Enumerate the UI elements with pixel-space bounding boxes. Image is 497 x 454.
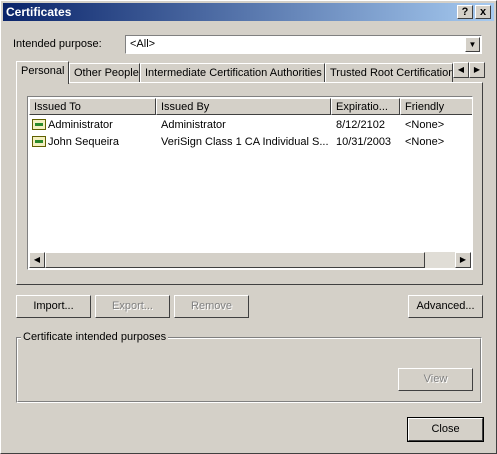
window-title: Certificates (6, 5, 72, 19)
tab-other-people-label: Other People (74, 67, 139, 79)
certificate-list[interactable]: Issued To Issued By Expiratio... Friendl… (27, 96, 473, 270)
cell-expiration: 10/31/2003 (336, 136, 392, 148)
export-button[interactable]: Export... (95, 295, 170, 318)
table-row[interactable]: John Sequeira VeriSign Class 1 CA Indivi… (29, 134, 469, 150)
advanced-button[interactable]: Advanced... (408, 295, 483, 318)
cell-issued-to: Administrator (48, 119, 113, 131)
column-issued-by[interactable]: Issued By (156, 98, 331, 115)
tab-scroll-right-icon[interactable]: ▶ (469, 62, 485, 78)
tab-personal-label: Personal (21, 65, 65, 77)
certificates-dialog: Certificates ? x Intended purpose: <All>… (0, 0, 497, 454)
scrollbar-thumb[interactable] (45, 252, 425, 268)
tab-intermediate-ca[interactable]: Intermediate Certification Authorities (140, 63, 325, 82)
column-friendly-name[interactable]: Friendly Name (400, 98, 472, 115)
certificate-icon (32, 136, 46, 147)
view-button-label: View (423, 373, 448, 385)
tab-other-people[interactable]: Other People (69, 63, 140, 82)
tab-scroll-left-icon[interactable]: ◀ (453, 62, 469, 78)
close-button-label: Close (431, 423, 460, 435)
advanced-button-label: Advanced... (416, 300, 475, 312)
intended-purpose-label: Intended purpose: (13, 38, 102, 50)
cell-issued-by: Administrator (161, 119, 226, 131)
intended-purpose-select[interactable]: <All> ▼ (125, 35, 482, 54)
intended-purpose-value: <All> (130, 38, 156, 50)
chevron-down-icon[interactable]: ▼ (465, 37, 480, 52)
table-row[interactable]: Administrator Administrator 8/12/2102 <N… (29, 117, 469, 133)
remove-button[interactable]: Remove (174, 295, 249, 318)
group-label: Certificate intended purposes (21, 331, 169, 343)
view-button[interactable]: View (398, 368, 473, 391)
scroll-right-icon[interactable]: ▶ (455, 252, 471, 268)
column-expiration[interactable]: Expiratio... (331, 98, 400, 115)
cell-issued-by: VeriSign Class 1 CA Individual S... (161, 136, 329, 148)
close-button[interactable]: Close (407, 417, 484, 442)
help-button[interactable]: ? (457, 5, 473, 19)
certificate-icon (32, 119, 46, 130)
export-button-label: Export... (112, 300, 153, 312)
tab-personal[interactable]: Personal (16, 61, 69, 84)
column-issued-to[interactable]: Issued To (29, 98, 156, 115)
close-window-button[interactable]: x (475, 5, 491, 19)
scroll-left-icon[interactable]: ◀ (29, 252, 45, 268)
title-bar: Certificates ? x (3, 3, 494, 21)
horizontal-scrollbar[interactable]: ◀ ▶ (29, 252, 471, 268)
tab-intermediate-ca-label: Intermediate Certification Authorities (145, 67, 322, 79)
import-button-label: Import... (33, 300, 74, 312)
remove-button-label: Remove (191, 300, 232, 312)
cell-friendly-name: <None> (405, 136, 445, 148)
tab-trusted-root[interactable]: Trusted Root Certification (325, 63, 453, 82)
tab-trusted-root-label: Trusted Root Certification (330, 67, 453, 79)
cell-friendly-name: <None> (405, 119, 445, 131)
cell-issued-to: John Sequeira (48, 136, 119, 148)
cell-expiration: 8/12/2102 (336, 119, 385, 131)
import-button[interactable]: Import... (16, 295, 91, 318)
